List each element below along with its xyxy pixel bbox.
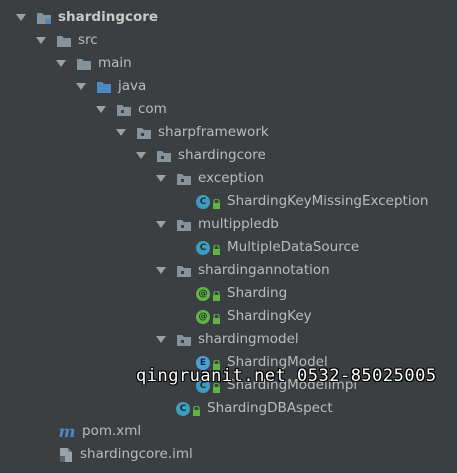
tree-label-shardingannotation: shardingannotation (198, 262, 330, 278)
expand-arrow-icon[interactable] (156, 220, 166, 230)
class-icon: C (176, 401, 190, 416)
package-icon (176, 263, 192, 279)
tree-node-com[interactable]: com (0, 98, 457, 121)
tree-node-pom[interactable]: m pom.xml (0, 420, 457, 443)
class-icon: C (196, 240, 210, 255)
tree-label-sharding-db-aspect: ShardingDBAspect (207, 400, 333, 416)
tree-label-multiple-data-source: MultipleDataSource (227, 239, 360, 255)
tree-label-main: main (98, 55, 132, 71)
tree-node-src[interactable]: src (0, 29, 457, 52)
expand-arrow-icon[interactable] (156, 335, 166, 345)
tree-label-sharding: Sharding (227, 285, 288, 301)
folder-icon (56, 33, 72, 49)
expand-arrow-icon[interactable] (76, 82, 86, 92)
lock-icon (212, 289, 221, 301)
tree-label-sharpframework: sharpframework (158, 124, 269, 140)
lock-icon (212, 312, 221, 324)
tree-label-src: src (78, 32, 98, 48)
tree-node-sharding-db-aspect[interactable]: C ShardingDBAspect (0, 397, 457, 420)
tree-node-main[interactable]: main (0, 52, 457, 75)
expand-arrow-icon[interactable] (96, 105, 106, 115)
folder-icon (76, 56, 92, 72)
source-folder-icon (96, 79, 112, 95)
tree-label-pom: pom.xml (82, 423, 142, 439)
annotation-icon: @ (196, 309, 210, 324)
class-icon: C (196, 194, 210, 209)
tree-label-shardingmodel: shardingmodel (198, 331, 299, 347)
project-tree: shardingcore src main java com sharpfram… (0, 0, 457, 473)
tree-label-shardingcore-package: shardingcore (178, 147, 266, 163)
tree-label-com: com (138, 101, 167, 117)
module-folder-icon (36, 10, 52, 26)
tree-node-sharding-key[interactable]: @ ShardingKey (0, 305, 457, 328)
tree-node-iml[interactable]: shardingcore.iml (0, 443, 457, 466)
lock-icon (192, 404, 201, 416)
tree-node-multippledb[interactable]: multippledb (0, 213, 457, 236)
tree-node-sharpframework[interactable]: sharpframework (0, 121, 457, 144)
package-icon (116, 102, 132, 118)
tree-label-exception: exception (198, 170, 264, 186)
expand-arrow-icon[interactable] (16, 13, 26, 23)
package-icon (176, 217, 192, 233)
tree-label-multippledb: multippledb (198, 216, 279, 232)
tree-node-java[interactable]: java (0, 75, 457, 98)
tree-label-java: java (118, 78, 147, 94)
expand-arrow-icon[interactable] (136, 151, 146, 161)
expand-arrow-icon[interactable] (56, 59, 66, 69)
package-icon (136, 125, 152, 141)
tree-node-shardingannotation[interactable]: shardingannotation (0, 259, 457, 282)
expand-arrow-icon[interactable] (116, 128, 126, 138)
tree-node-shardingmodel[interactable]: shardingmodel (0, 328, 457, 351)
package-icon (176, 332, 192, 348)
tree-node-sharding[interactable]: @ Sharding (0, 282, 457, 305)
file-icon (58, 447, 74, 463)
package-icon (176, 171, 192, 187)
lock-icon (212, 197, 221, 209)
lock-icon (212, 243, 221, 255)
tree-label-iml: shardingcore.iml (80, 446, 193, 462)
annotation-icon: @ (196, 286, 210, 301)
tree-label-sharding-key: ShardingKey (227, 308, 312, 324)
watermark: qingruanit.net 0532-85025005 (136, 366, 437, 386)
tree-node-shardingcore-package[interactable]: shardingcore (0, 144, 457, 167)
maven-icon: m (58, 422, 76, 441)
expand-arrow-icon[interactable] (36, 36, 46, 46)
expand-arrow-icon[interactable] (156, 174, 166, 184)
tree-node-sharding-key-missing-exception[interactable]: C ShardingKeyMissingException (0, 190, 457, 213)
package-icon (156, 148, 172, 164)
tree-label-root: shardingcore (58, 9, 159, 25)
tree-node-exception[interactable]: exception (0, 167, 457, 190)
tree-label-sharding-key-missing-exception: ShardingKeyMissingException (227, 193, 429, 209)
expand-arrow-icon[interactable] (156, 266, 166, 276)
tree-node-multiple-data-source[interactable]: C MultipleDataSource (0, 236, 457, 259)
tree-node-root[interactable]: shardingcore (0, 6, 457, 29)
